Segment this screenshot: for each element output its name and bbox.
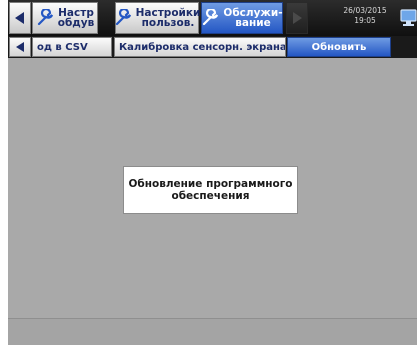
tab-export-csv-label: од в CSV	[37, 41, 88, 53]
scroll-left-button[interactable]	[9, 2, 31, 34]
tab-airflow-settings-label: Настр обдув	[57, 7, 95, 29]
software-update-dialog: Обновление программного обеспечения	[123, 166, 298, 214]
top-navigation-bar: Настр обдув Настройки пользов. Обслужи- …	[8, 0, 417, 36]
date-text: 26/03/2015	[343, 6, 387, 15]
tab-update[interactable]: Обновить	[287, 37, 391, 57]
tab-touch-calibration-label: Калибровка сенсорн. экрана	[119, 41, 286, 53]
sub-scroll-left-button[interactable]	[9, 37, 31, 57]
tab-airflow-settings[interactable]: Настр обдув	[32, 2, 98, 34]
monitor-icon[interactable]	[400, 8, 417, 28]
bottom-status-area	[8, 319, 417, 345]
wrench-icon	[37, 9, 53, 26]
tab-user-settings[interactable]: Настройки пользов.	[115, 2, 201, 34]
tab-update-label: Обновить	[311, 41, 367, 53]
tab-maintenance[interactable]: Обслужи- вание	[201, 2, 283, 34]
sub-navigation-bar: од в CSV Калибровка сенсорн. экрана Обно…	[8, 36, 417, 58]
tab-export-csv[interactable]: од в CSV	[32, 37, 112, 57]
wrench-icon	[203, 9, 219, 26]
triangle-left-icon	[15, 42, 24, 52]
tab-user-settings-label: Настройки пользов.	[135, 7, 201, 29]
triangle-right-icon	[293, 12, 302, 24]
tab-maintenance-label: Обслужи- вание	[223, 7, 283, 29]
touch-screen: Настр обдув Настройки пользов. Обслужи- …	[8, 0, 417, 345]
scroll-right-button[interactable]	[286, 2, 308, 34]
device-frame: Настр обдув Настройки пользов. Обслужи- …	[0, 0, 417, 345]
tab-touch-calibration[interactable]: Калибровка сенсорн. экрана	[114, 37, 286, 57]
dialog-message-line-1: Обновление программного	[128, 178, 293, 190]
time-text: 19:05	[354, 16, 376, 25]
dialog-message-line-2: обеспечения	[171, 190, 250, 202]
date-time-display: 26/03/2015 19:05	[328, 6, 402, 32]
triangle-left-icon	[15, 12, 24, 24]
wrench-icon	[115, 9, 131, 26]
